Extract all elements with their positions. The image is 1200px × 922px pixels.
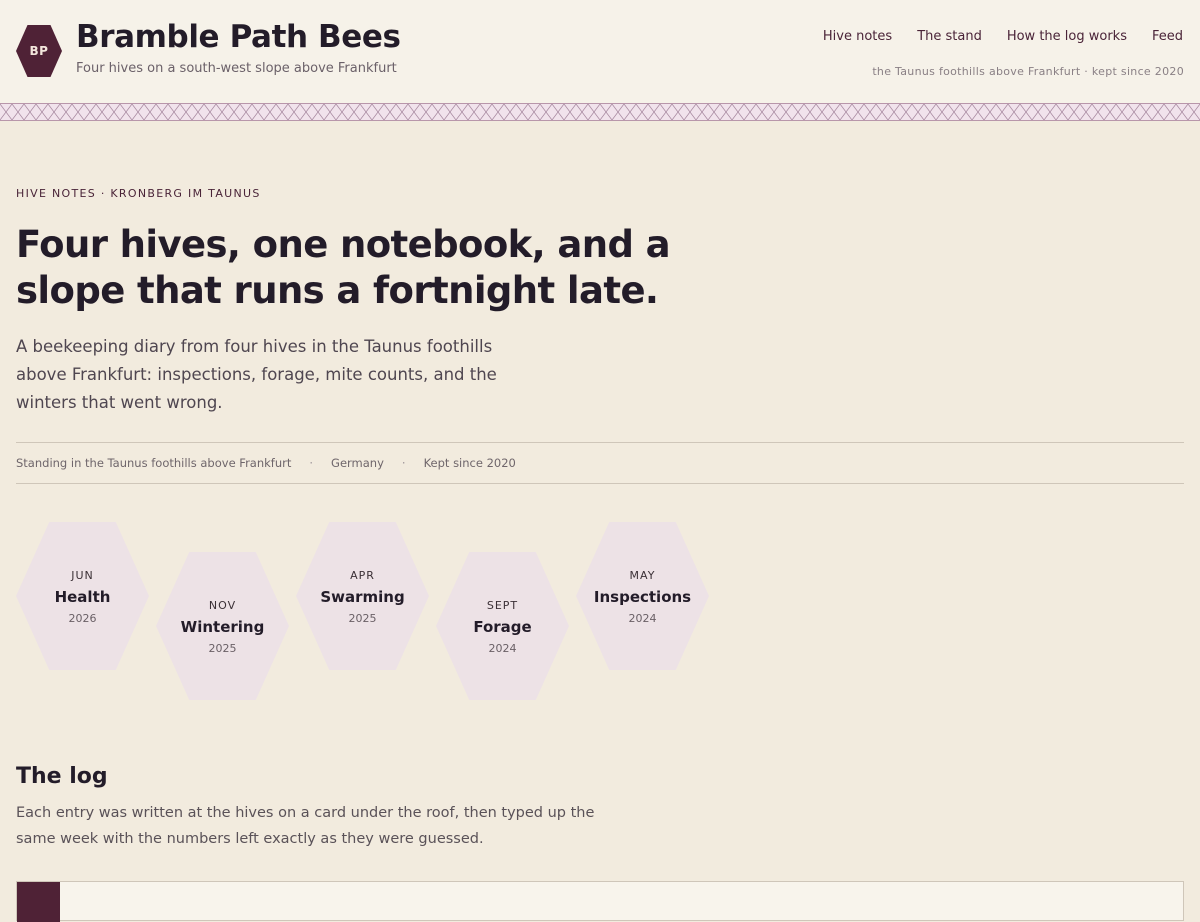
decorative-lattice-band: [0, 103, 1200, 121]
hex-month: JUN: [71, 569, 94, 582]
hex-topic: Wintering: [180, 618, 265, 636]
main-nav: Hive notes The stand How the log works F…: [823, 29, 1183, 44]
hex-month: NOV: [208, 599, 237, 612]
logo-badge[interactable]: BP: [16, 25, 62, 77]
hex-month: APR: [350, 569, 375, 582]
log-section-title: The log: [16, 764, 108, 789]
nav-link-hive-notes[interactable]: Hive notes: [823, 29, 892, 44]
hex-year: 2024: [628, 612, 657, 625]
hex-year: 2026: [68, 612, 97, 625]
category-hex-swarming[interactable]: APR Swarming 2025: [296, 522, 429, 670]
hero-headline: Four hives, one notebook, and a slope th…: [16, 223, 671, 312]
log-section-intro: Each entry was written at the hives on a…: [16, 805, 595, 847]
nav-link-how-the-log-works[interactable]: How the log works: [1007, 29, 1127, 44]
hex-year: 2025: [208, 642, 237, 655]
site-tagline: Four hives on a south-west slope above F…: [76, 61, 397, 76]
meta-separator: ·: [309, 456, 314, 470]
hero-eyebrow: HIVE NOTES · KRONBERG IM TAUNUS: [16, 187, 261, 200]
hex-year: 2024: [488, 642, 517, 655]
meta-since: Kept since 2020: [423, 456, 516, 470]
meta-country: Germany: [331, 456, 384, 470]
hero-lede: A beekeeping diary from four hives in th…: [16, 337, 497, 412]
hex-month: SEPT: [486, 599, 519, 612]
hex-year: 2025: [348, 612, 377, 625]
meta-separator: ·: [401, 456, 406, 470]
category-hex-health[interactable]: JUN Health 2026: [16, 522, 149, 670]
meta-location: Standing in the Taunus foothills above F…: [16, 456, 292, 470]
hex-topic: Health: [54, 588, 111, 606]
nav-link-feed[interactable]: Feed: [1152, 29, 1183, 44]
hex-month: MAY: [629, 569, 656, 582]
log-entry-card[interactable]: [16, 881, 1184, 922]
category-hex-wintering[interactable]: NOV Wintering 2025: [156, 552, 289, 700]
header-meta: the Taunus foothills above Frankfurt · k…: [872, 65, 1184, 78]
hero-meta-strip: Standing in the Taunus foothills above F…: [16, 442, 1184, 484]
hex-topic: Swarming: [320, 588, 405, 606]
nav-link-the-stand[interactable]: The stand: [917, 29, 982, 44]
category-hex-inspections[interactable]: MAY Inspections 2024: [576, 522, 709, 670]
category-hex-forage[interactable]: SEPT Forage 2024: [436, 552, 569, 700]
site-header: BP Bramble Path Bees Four hives on a sou…: [0, 0, 1200, 103]
site-title[interactable]: Bramble Path Bees: [76, 19, 401, 55]
hex-topic: Inspections: [593, 588, 692, 606]
entry-card-accent: [17, 882, 60, 922]
hex-topic: Forage: [473, 618, 532, 636]
